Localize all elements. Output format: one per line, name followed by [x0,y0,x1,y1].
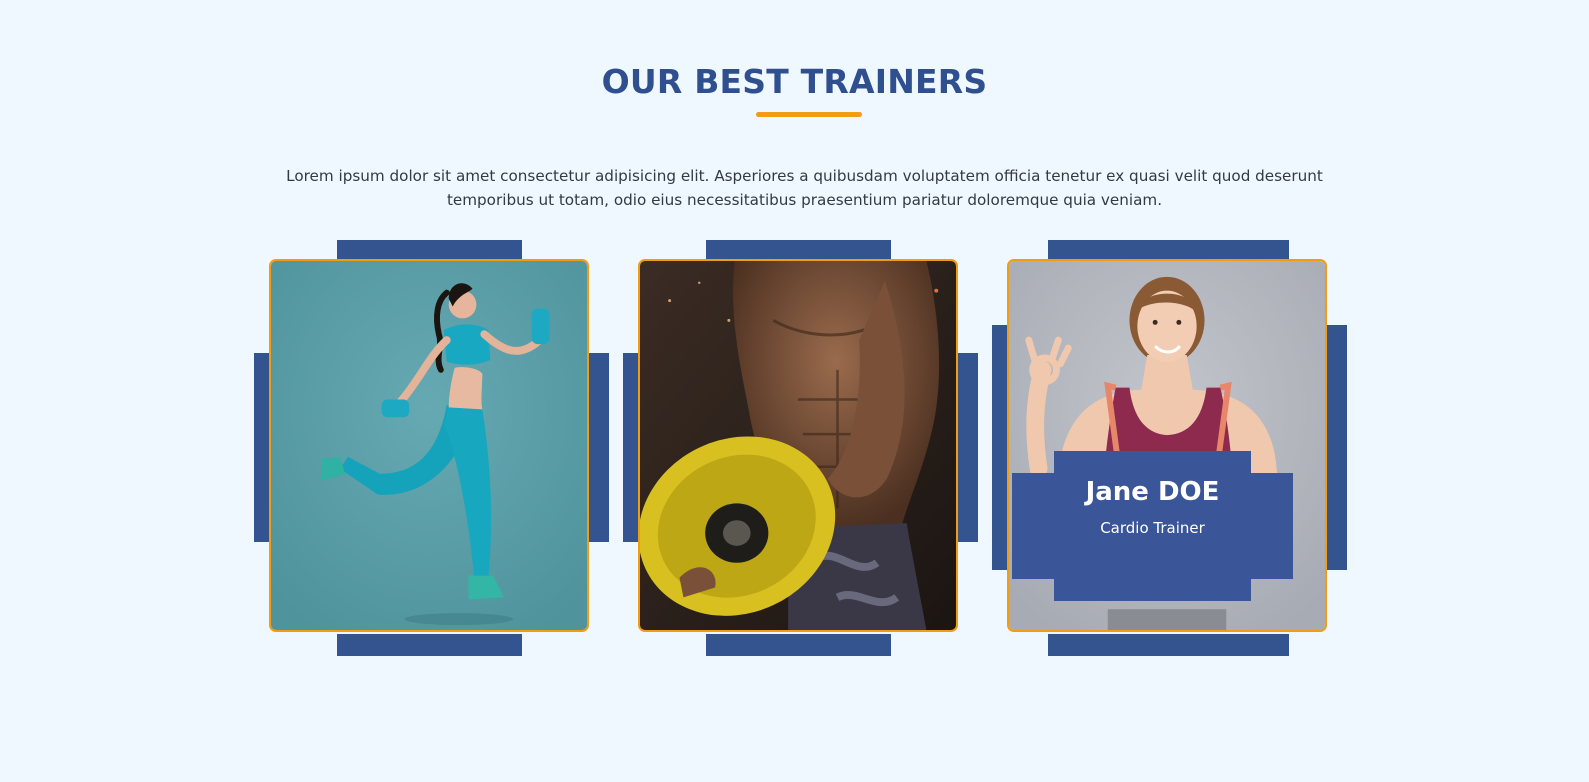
trainer-card[interactable] [623,240,978,656]
card-frame-bottom [706,634,891,656]
section-title: OUR BEST TRAINERS [601,62,988,101]
card-frame-bottom [1048,634,1289,656]
card-frame-right [589,353,609,542]
trainer-card[interactable]: Jane DOE Cardio Trainer [992,240,1347,656]
trainer-info-box: Jane DOE Cardio Trainer [1012,451,1293,601]
card-frame-right [1327,325,1347,570]
trainer-name: Jane DOE [1085,477,1220,507]
card-frame-right [958,353,978,542]
card-frame-bottom [337,634,522,656]
trainer-card[interactable] [254,240,609,656]
title-underline [756,112,862,117]
trainer-photo [638,259,958,632]
trainer-photo [269,259,589,632]
section-description: Lorem ipsum dolor sit amet consectetur a… [286,167,1323,209]
trainer-role: Cardio Trainer [1100,519,1205,537]
